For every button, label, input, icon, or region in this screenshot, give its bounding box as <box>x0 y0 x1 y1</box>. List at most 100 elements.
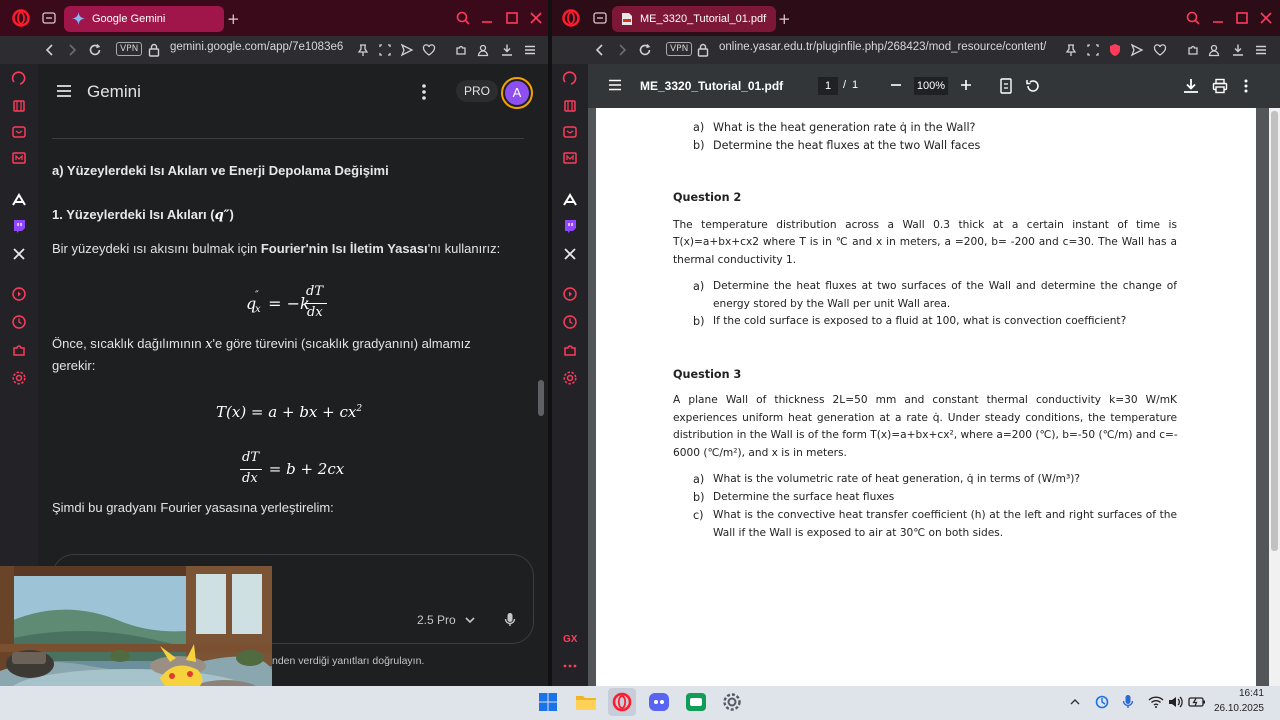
messenger-icon[interactable] <box>11 150 27 166</box>
back-icon[interactable] <box>594 43 606 57</box>
heart-icon[interactable] <box>1153 43 1167 57</box>
x-twitter-icon[interactable] <box>562 246 578 262</box>
twitch-icon[interactable] <box>562 218 578 234</box>
pdf-scrollbar-thumb[interactable] <box>1271 111 1278 551</box>
search-icon[interactable] <box>456 11 470 25</box>
extensions-sidebar-icon[interactable] <box>11 342 27 358</box>
back-icon[interactable] <box>44 43 56 57</box>
volume-icon[interactable] <box>1168 695 1184 709</box>
microphone-icon[interactable] <box>504 612 516 628</box>
extensions-icon[interactable] <box>454 43 468 57</box>
opera-logo-icon[interactable] <box>12 9 30 27</box>
twitch-icon[interactable] <box>11 218 27 234</box>
windows-start-icon[interactable] <box>538 692 558 712</box>
search-icon[interactable] <box>1186 11 1200 25</box>
model-selector[interactable]: 2.5 Pro <box>417 613 456 627</box>
menu-icon[interactable] <box>1254 43 1268 57</box>
arc-app-icon[interactable] <box>11 192 27 208</box>
chevron-up-icon[interactable] <box>1069 696 1081 708</box>
extensions-sidebar-icon[interactable] <box>562 342 578 358</box>
lock-icon[interactable] <box>148 43 160 57</box>
microphone-icon[interactable] <box>1122 694 1134 710</box>
wifi-icon[interactable] <box>1148 695 1164 709</box>
arc-app-icon[interactable] <box>562 192 578 208</box>
download-icon[interactable] <box>500 43 514 57</box>
music-player-icon[interactable] <box>562 286 578 302</box>
clock-date[interactable]: 26.10.2025 <box>1212 703 1264 714</box>
player-icon[interactable] <box>11 124 27 140</box>
heart-icon[interactable] <box>422 43 436 57</box>
discord-icon[interactable] <box>648 692 670 712</box>
lock-icon[interactable] <box>697 43 709 57</box>
settings-gear-icon[interactable] <box>11 370 27 386</box>
vpn-badge[interactable]: VPN <box>666 42 693 56</box>
print-icon[interactable] <box>1212 78 1228 94</box>
history-icon[interactable] <box>562 314 578 330</box>
chevron-down-icon[interactable] <box>465 616 475 624</box>
x-twitter-icon[interactable] <box>11 246 27 262</box>
forward-icon[interactable] <box>66 43 78 57</box>
aria-icon[interactable] <box>562 70 578 86</box>
pin-icon[interactable] <box>356 43 370 57</box>
pdf-download-icon[interactable] <box>1182 77 1200 95</box>
avatar-ring[interactable]: A <box>501 77 533 109</box>
pinboard-icon[interactable] <box>11 98 27 114</box>
zoom-in-icon[interactable] <box>960 79 972 91</box>
new-tab-button[interactable]: + <box>227 10 240 28</box>
chat-scrollbar[interactable] <box>538 380 544 416</box>
settings-gear-icon[interactable] <box>722 692 742 712</box>
tab-overview-icon[interactable] <box>42 11 56 25</box>
url-field[interactable]: gemini.google.com/app/7e1083e6 <box>170 41 343 53</box>
battery-icon[interactable] <box>1188 695 1206 709</box>
chat-app-icon[interactable] <box>685 692 707 712</box>
opera-taskbar-button[interactable] <box>608 688 636 716</box>
fit-page-icon[interactable] <box>999 78 1013 94</box>
shield-icon[interactable] <box>1108 43 1122 57</box>
reload-icon[interactable] <box>638 43 652 57</box>
pdf-menu-icon[interactable] <box>608 79 622 91</box>
sync-icon[interactable] <box>1094 694 1110 710</box>
forward-icon[interactable] <box>616 43 628 57</box>
aria-icon[interactable] <box>11 70 27 86</box>
minimize-button[interactable] <box>480 11 494 25</box>
tab-overview-icon[interactable] <box>593 11 607 25</box>
rotate-icon[interactable] <box>1025 78 1041 94</box>
snapshot-icon[interactable] <box>1086 43 1100 57</box>
pin-icon[interactable] <box>1064 43 1078 57</box>
player-icon[interactable] <box>562 124 578 140</box>
url-field[interactable]: online.yasar.edu.tr/pluginfile.php/26842… <box>719 41 1046 53</box>
reload-icon[interactable] <box>88 43 102 57</box>
close-button[interactable] <box>1259 11 1273 25</box>
vpn-badge[interactable]: VPN <box>116 42 143 56</box>
file-explorer-icon[interactable] <box>575 692 597 712</box>
new-tab-button[interactable]: + <box>778 10 791 28</box>
close-button[interactable] <box>529 11 543 25</box>
more-actions-icon[interactable] <box>1243 78 1249 94</box>
extensions-icon[interactable] <box>1186 43 1200 57</box>
tab-google-gemini[interactable]: Google Gemini <box>64 6 224 32</box>
profile-icon[interactable] <box>476 43 490 57</box>
hamburger-menu-icon[interactable] <box>56 84 72 98</box>
zoom-out-icon[interactable] <box>890 79 902 91</box>
profile-icon[interactable] <box>1207 43 1221 57</box>
pro-badge[interactable]: PRO <box>456 80 499 102</box>
music-player-icon[interactable] <box>11 286 27 302</box>
zoom-level-input[interactable]: 100% <box>914 77 948 95</box>
settings-gear-icon[interactable] <box>562 370 578 386</box>
messenger-icon[interactable] <box>562 150 578 166</box>
tab-pdf-tutorial[interactable]: ME_3320_Tutorial_01.pdf <box>612 6 776 32</box>
history-icon[interactable] <box>11 314 27 330</box>
clock-time[interactable]: 16:41 <box>1236 688 1264 699</box>
send-icon[interactable] <box>400 43 414 57</box>
menu-icon[interactable] <box>523 43 537 57</box>
pinboard-icon[interactable] <box>562 98 578 114</box>
download-icon[interactable] <box>1231 43 1245 57</box>
more-sidebar-icon[interactable] <box>562 658 578 674</box>
opera-logo-icon[interactable] <box>562 9 580 27</box>
more-options-icon[interactable] <box>421 83 427 101</box>
maximize-button[interactable] <box>1235 11 1249 25</box>
maximize-button[interactable] <box>505 11 519 25</box>
gx-icon[interactable]: GX <box>562 630 578 646</box>
send-icon[interactable] <box>1130 43 1144 57</box>
page-number-input[interactable]: 1 <box>818 77 838 95</box>
